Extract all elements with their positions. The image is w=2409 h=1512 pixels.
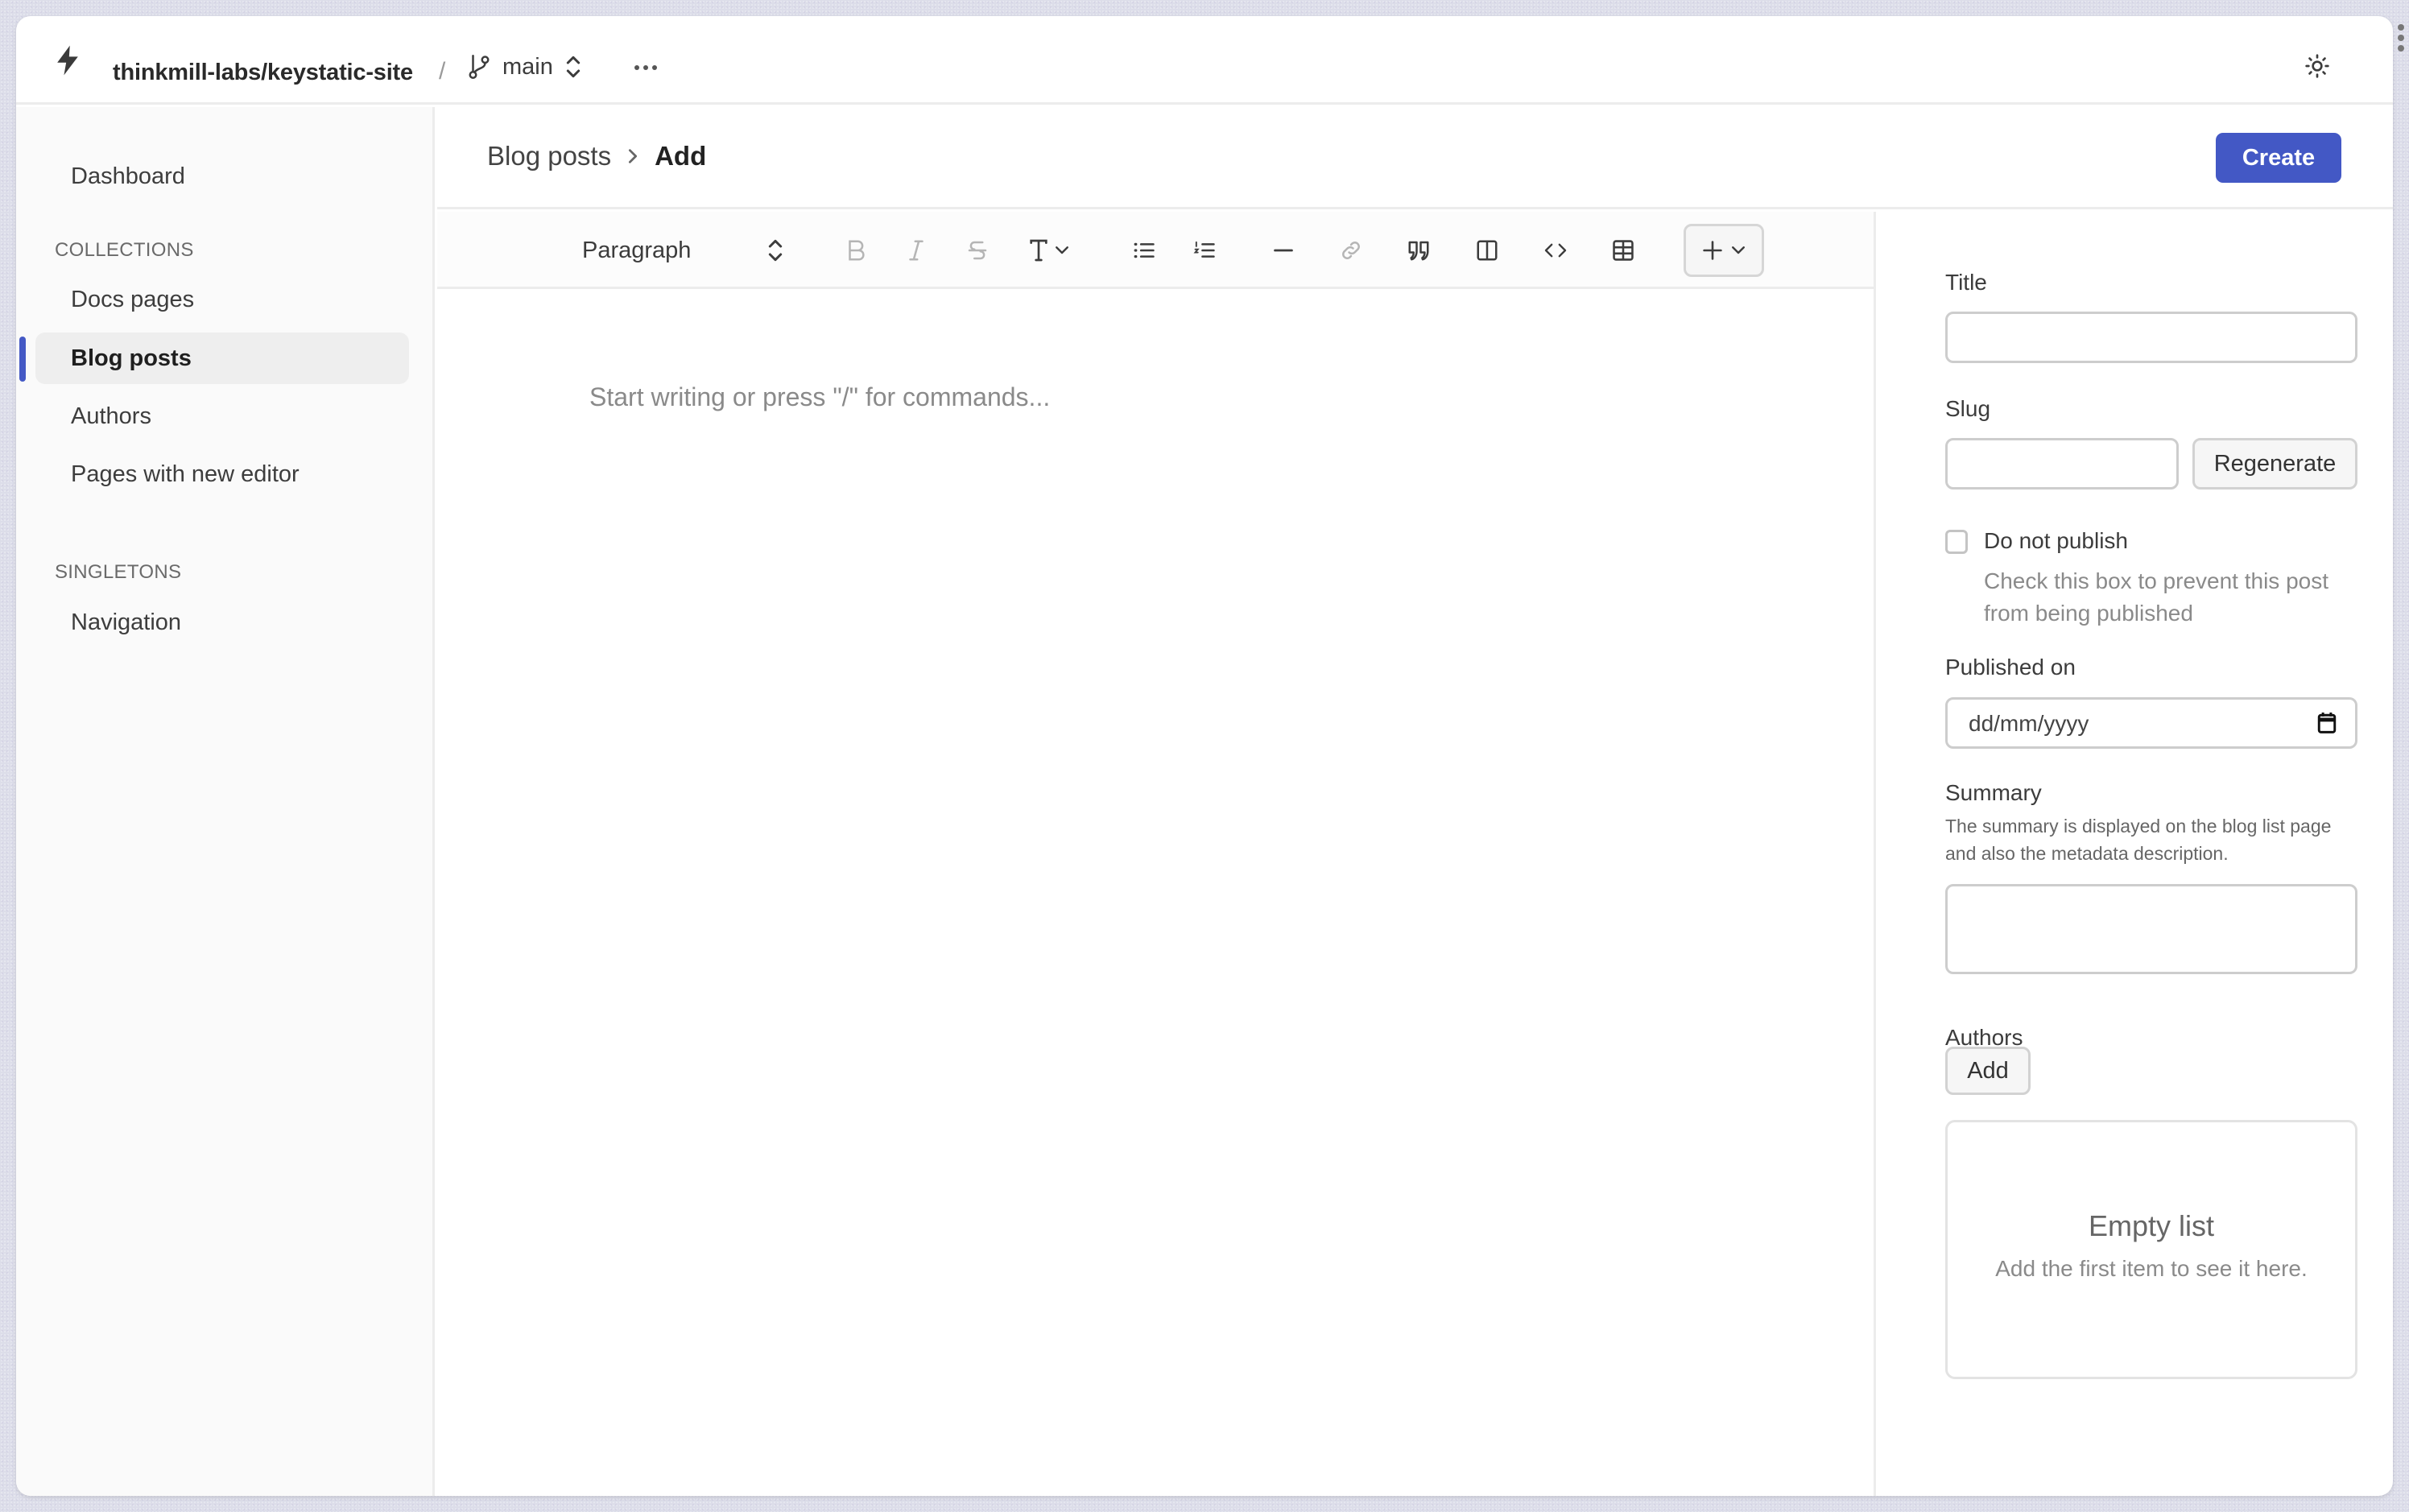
horizontal-rule-icon [1274,249,1293,252]
handle-dot [2398,35,2404,41]
add-author-button[interactable]: Add [1945,1047,2031,1095]
sidebar: Dashboard COLLECTIONS Docs pages Blog po… [16,107,435,1496]
theme-toggle-button[interactable] [2300,48,2335,84]
numbered-list-button[interactable] [1186,228,1223,273]
sidebar-item-label: Navigation [71,609,182,635]
title-input[interactable] [1945,312,2357,363]
strikethrough-button[interactable] [959,228,996,273]
title-label: Title [1945,270,1987,295]
published-on-date-input[interactable]: dd/mm/yyyy [1945,697,2357,749]
more-actions-button[interactable] [630,52,662,84]
sidebar-item-pages-with-new-editor[interactable]: Pages with new editor [35,448,409,500]
collections-heading: COLLECTIONS [55,239,194,261]
editor: Paragraph Start writing or press "/" for… [437,212,1876,1496]
link-icon [1342,242,1360,259]
columns-icon [1477,240,1498,261]
keystatic-logo-icon[interactable] [50,42,85,79]
singletons-heading: SINGLETONS [55,561,182,583]
summary-label: Summary [1945,780,2042,805]
breadcrumb-current: Add [655,141,707,171]
authors-empty-state: Empty list Add the first item to see it … [1945,1120,2357,1379]
sidebar-item-label: Blog posts [71,345,192,371]
create-button[interactable]: Create [2216,133,2341,183]
italic-button[interactable] [898,228,935,273]
chevron-right-icon [629,149,638,163]
bulleted-list-icon [1134,242,1155,258]
repo-name[interactable]: thinkmill-labs/keystatic-site [113,60,413,86]
sun-icon [2305,54,2329,78]
branch-name: main [502,53,553,80]
do-not-publish-help: Check this box to prevent this post from… [1984,568,2328,626]
chevron-up-down-icon [768,239,783,262]
editor-toolbar: Paragraph [437,212,1874,289]
window-resize-handle[interactable] [2395,24,2407,52]
breadcrumb-blog-posts[interactable]: Blog posts [487,141,611,171]
columns-button[interactable] [1469,228,1506,273]
published-on-label: Published on [1945,655,2076,680]
sidebar-item-dashboard[interactable]: Dashboard [35,151,409,202]
block-type-select[interactable]: Paragraph [582,228,783,273]
branch-picker[interactable]: main [467,47,582,87]
handle-dot [2398,45,2404,52]
table-button[interactable] [1605,228,1642,273]
empty-list-subtitle: Add the first item to see it here. [1995,1256,2308,1281]
italic-icon [909,240,924,261]
sidebar-item-label: Docs pages [71,286,195,312]
git-branch-icon [469,55,490,79]
link-button[interactable] [1333,228,1370,273]
sidebar-item-authors[interactable]: Authors [35,390,409,442]
plus-icon [1703,241,1722,260]
top-bar: thinkmill-labs/keystatic-site / main [16,16,2393,105]
text-type-icon [1030,239,1047,262]
strikethrough-icon [968,241,987,260]
handle-dot [2398,24,2404,31]
bold-icon [849,240,865,261]
code-icon [1544,243,1567,258]
bold-button[interactable] [837,228,874,273]
sidebar-item-navigation[interactable]: Navigation [35,597,409,648]
slug-label: Slug [1945,396,1991,421]
empty-list-title: Empty list [2088,1209,2215,1242]
sidebar-item-label: Authors [71,403,151,429]
block-type-value: Paragraph [582,237,692,263]
table-icon [1613,240,1634,261]
breadcrumb: Blog posts Add [487,141,706,171]
breadcrumb-separator: / [439,58,446,85]
sidebar-item-docs-pages[interactable]: Docs pages [35,274,409,325]
chevron-up-down-icon [566,56,581,78]
regenerate-slug-button[interactable]: Regenerate [2192,438,2357,490]
divider-button[interactable] [1265,228,1302,273]
active-item-indicator [19,337,26,382]
sidebar-item-label: Pages with new editor [71,461,300,487]
chevron-down-icon [1056,246,1068,254]
numbered-list-icon [1193,241,1215,258]
text-style-button[interactable] [1020,228,1076,273]
fields-panel: Title Slug Regenerate Do not publish Che… [1878,212,2393,1496]
do-not-publish-label[interactable]: Do not publish [1984,528,2128,554]
slug-input[interactable] [1945,438,2179,490]
insert-menu-button[interactable] [1684,224,1764,277]
app-window: thinkmill-labs/keystatic-site / main Das… [16,16,2393,1496]
page-header: Blog posts Add Create [437,107,2393,209]
summary-help: The summary is displayed on the blog lis… [1945,816,2332,864]
editor-content[interactable]: Start writing or press "/" for commands.… [589,382,1050,412]
chevron-down-icon [1732,246,1745,254]
bulleted-list-button[interactable] [1126,228,1163,273]
quote-icon [1408,241,1429,261]
calendar-icon[interactable] [2316,711,2337,735]
date-placeholder: dd/mm/yyyy [1969,711,2089,736]
do-not-publish-checkbox[interactable] [1945,530,1968,554]
code-block-button[interactable] [1537,228,1574,273]
ellipsis-icon [634,65,657,70]
summary-textarea[interactable] [1945,884,2357,974]
blockquote-button[interactable] [1400,228,1437,273]
sidebar-item-blog-posts[interactable]: Blog posts [35,333,409,384]
sidebar-item-label: Dashboard [71,163,185,189]
